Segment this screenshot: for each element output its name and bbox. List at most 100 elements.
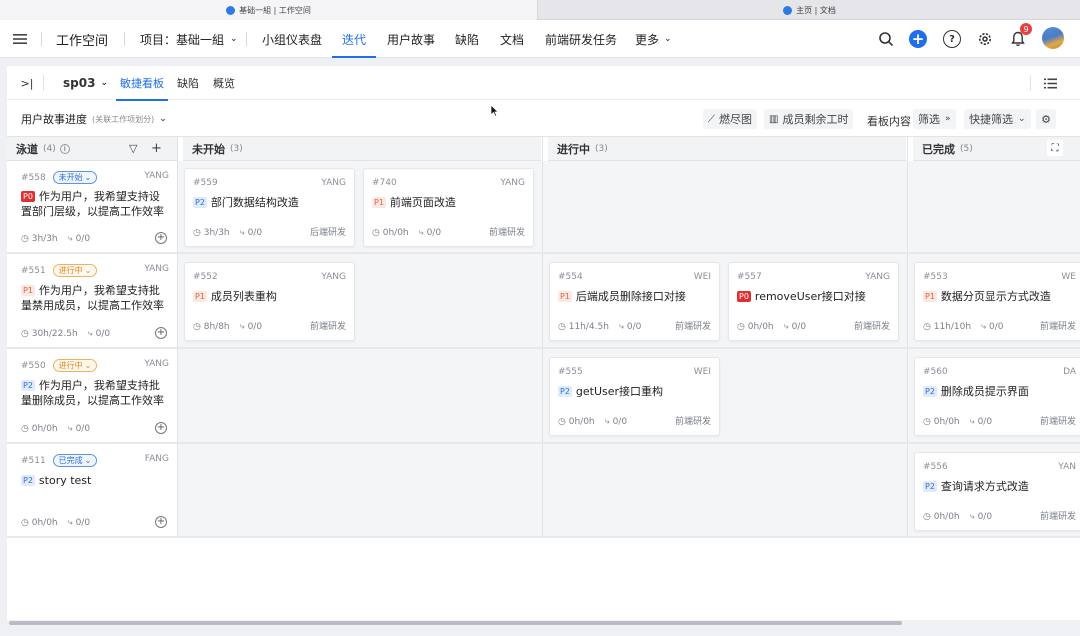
nav-team-dashboard[interactable]: 小组仪表盘 [262, 20, 322, 58]
project-selector[interactable]: 项目：基础一組 ⌄ [140, 20, 238, 58]
hours: 30h/22.5h [31, 329, 78, 339]
search-icon[interactable] [877, 30, 895, 48]
tab-defects[interactable]: 缺陷 [177, 66, 199, 100]
hamburger-menu-icon[interactable] [12, 31, 28, 47]
nav-more[interactable]: 更多 ⌄ [635, 20, 672, 58]
browser-tab-docs[interactable]: 主页 | 文档 [539, 0, 1080, 20]
subtask-icon: ⤷ [969, 512, 975, 522]
browser-tab-bar: 基础一組 | 工作空间 主页 | 文档 [0, 0, 1080, 20]
task-card[interactable]: #557 YANG P0 removeUser接口对接 ◷ 0h/0h ⤷ 0/0 … [728, 262, 899, 341]
chevron-down-icon: ⌄ [230, 34, 238, 44]
quick-filter-button[interactable]: 快捷筛选 ⌄ [964, 109, 1031, 129]
info-icon[interactable]: i [59, 143, 70, 154]
team-label: 前端研发 [674, 322, 711, 332]
status-badge[interactable]: 已完成 ⌄ [52, 454, 98, 467]
priority-badge: P1 [21, 285, 35, 296]
task-title: 部门数据结构改造 [210, 196, 299, 209]
kanban-board: 泳道 (4) i ▽ + 未开始 (3) 进行中 (3) 已完成 (5) ⛶ #… [7, 136, 1080, 538]
task-id: #555 [558, 367, 583, 377]
horizontal-scrollbar[interactable] [7, 620, 1080, 626]
fullscreen-icon[interactable]: ⛶ [1047, 140, 1063, 156]
chevron-down-icon: ⌄ [84, 266, 92, 275]
board-content-label: 看板内容 [867, 115, 911, 128]
task-card[interactable]: #554 WEI P1 后端成员删除接口对接 ◷ 11h/4.5h ⤷ 0/0 前端… [549, 262, 720, 341]
lane-filter-icon[interactable]: ▽ [129, 142, 137, 155]
add-card-icon[interactable]: + [155, 516, 167, 528]
user-avatar[interactable] [1042, 27, 1064, 49]
team-label: 后端研发 [309, 228, 346, 238]
task-card[interactable]: #559 YANG P2 部门数据结构改造 ◷ 3h/3h ⤷ 0/0 后端研发 [184, 168, 355, 247]
swimlane-story[interactable]: #511 已完成 ⌄ FANG P2 story test ◷ 0h/0h ⤷ 0/0… [7, 445, 177, 536]
status-badge[interactable]: 未开始 ⌄ [52, 171, 98, 184]
task-card[interactable]: #555 WEI P2 getUser接口重构 ◷ 0h/0h ⤷ 0/0 前端研发 [549, 357, 720, 436]
scrollbar-thumb[interactable] [9, 621, 902, 625]
lane-header: 泳道 (4) i ▽ + [7, 137, 177, 161]
notification-badge: 9 [1020, 23, 1032, 35]
priority-badge: P1 [558, 291, 572, 302]
board-toolbar: 用户故事进度 (关联工作项划分) ⌄ ⟋ 燃尽图 ▥ 成员剩余工时 看板内容 筛… [7, 102, 1080, 136]
subtask-count: 0/0 [75, 424, 91, 434]
team-label: 前端研发 [1039, 417, 1076, 427]
subtask-count: 0/0 [75, 234, 91, 244]
task-card[interactable]: #553 WE P1 数据分页显示方式改造 ◷ 11h/10h ⤷ 0/0 前端研发 [914, 262, 1080, 341]
subtask-count: 0/0 [791, 322, 807, 332]
status-badge[interactable]: 进行中 ⌄ [52, 359, 98, 372]
nav-defects[interactable]: 缺陷 [455, 20, 479, 58]
chevron-down-icon: ⌄ [100, 78, 108, 88]
story-title: 作为用户，我希望支持批量禁用成员，以提高工作效率 [21, 284, 164, 312]
tab-agile-board[interactable]: 敏捷看板 [116, 66, 168, 101]
swimlane-story[interactable]: #558 未开始 ⌄ YANG P0 作为用户，我希望支持设置部门层级，以提高工作效… [7, 162, 177, 252]
add-lane-icon[interactable]: + [151, 141, 162, 156]
filter-button[interactable]: 筛选 » [913, 109, 956, 129]
tab-overview[interactable]: 概览 [213, 66, 235, 100]
chevron-down-icon: ⌄ [159, 114, 167, 124]
member-remaining-hours-button[interactable]: ▥ 成员剩余工时 [764, 109, 854, 129]
nav-iteration[interactable]: 迭代 [331, 20, 377, 58]
column-count: (5) [960, 143, 973, 154]
team-label: 前端研发 [488, 228, 525, 238]
add-card-icon[interactable]: + [155, 327, 167, 339]
app-title[interactable]: 工作空间 [56, 20, 108, 58]
column-count: (3) [230, 143, 243, 154]
browser-tab-workspace[interactable]: 基础一組 | 工作空间 [0, 0, 538, 20]
nav-frontend-tasks[interactable]: 前端研发任务 [545, 20, 617, 58]
task-card[interactable]: #552 YANG P1 成员列表重构 ◷ 8h/8h ⤷ 0/0 前端研发 [184, 262, 355, 341]
status-label: 进行中 [58, 361, 83, 370]
list-view-icon[interactable] [1043, 76, 1057, 90]
swimlane-story[interactable]: #550 进行中 ⌄ YANG P2 作为用户，我希望支持批量删除成员，以提高工作效… [7, 350, 177, 442]
subtask-icon: ⤷ [67, 424, 73, 434]
burndown-button[interactable]: ⟋ 燃尽图 [703, 109, 757, 129]
view-selector[interactable]: 用户故事进度 (关联工作项划分) ⌄ [21, 111, 167, 127]
chevron-down-icon: ⌄ [1018, 114, 1026, 124]
clock-icon: ◷ [923, 512, 931, 522]
create-button[interactable]: + [909, 30, 927, 48]
task-title: 查询请求方式改造 [940, 480, 1029, 493]
expand-sidebar-icon[interactable]: >| [19, 76, 35, 90]
subtask-icon: ⤷ [604, 417, 610, 427]
nav-user-stories[interactable]: 用户故事 [387, 20, 435, 58]
subtask-count: 0/0 [612, 417, 628, 427]
add-card-icon[interactable]: + [155, 232, 167, 244]
owner: YANG [500, 178, 525, 188]
subtask-icon: ⤷ [67, 234, 73, 244]
task-card[interactable]: #556 YAN P2 查询请求方式改造 ◷ 0h/0h ⤷ 0/0 前端研发 [914, 452, 1080, 531]
nav-docs[interactable]: 文档 [500, 20, 524, 58]
task-title: getUser接口重构 [575, 385, 664, 398]
swimlane-story[interactable]: #551 进行中 ⌄ YANG P1 作为用户，我希望支持批量禁用成员，以提高工作效… [7, 255, 177, 347]
project-label: 项目：基础一組 [140, 32, 225, 47]
burndown-chart-icon: ⟋ [708, 113, 715, 125]
subtask-icon: ⤷ [618, 322, 624, 332]
subtask-icon: ⤷ [418, 228, 424, 238]
help-icon[interactable]: ? [943, 30, 961, 48]
task-card[interactable]: #740 YANG P1 前端页面改造 ◷ 0h/0h ⤷ 0/0 前端研发 [363, 168, 534, 247]
add-card-icon[interactable]: + [155, 422, 167, 434]
board-settings-button[interactable]: ⚙ [1036, 109, 1056, 129]
status-badge[interactable]: 进行中 ⌄ [52, 264, 98, 277]
clock-icon: ◷ [193, 228, 201, 238]
hours: 0h/0h [31, 518, 58, 528]
sprint-selector[interactable]: sp03 ⌄ [63, 66, 108, 100]
task-card[interactable]: #560 DA P2 删除成员提示界面 ◷ 0h/0h ⤷ 0/0 前端研发 [914, 357, 1080, 436]
settings-gear-icon[interactable] [976, 30, 994, 48]
clock-icon: ◷ [923, 322, 931, 332]
chevron-down-icon: ⌄ [664, 34, 672, 44]
